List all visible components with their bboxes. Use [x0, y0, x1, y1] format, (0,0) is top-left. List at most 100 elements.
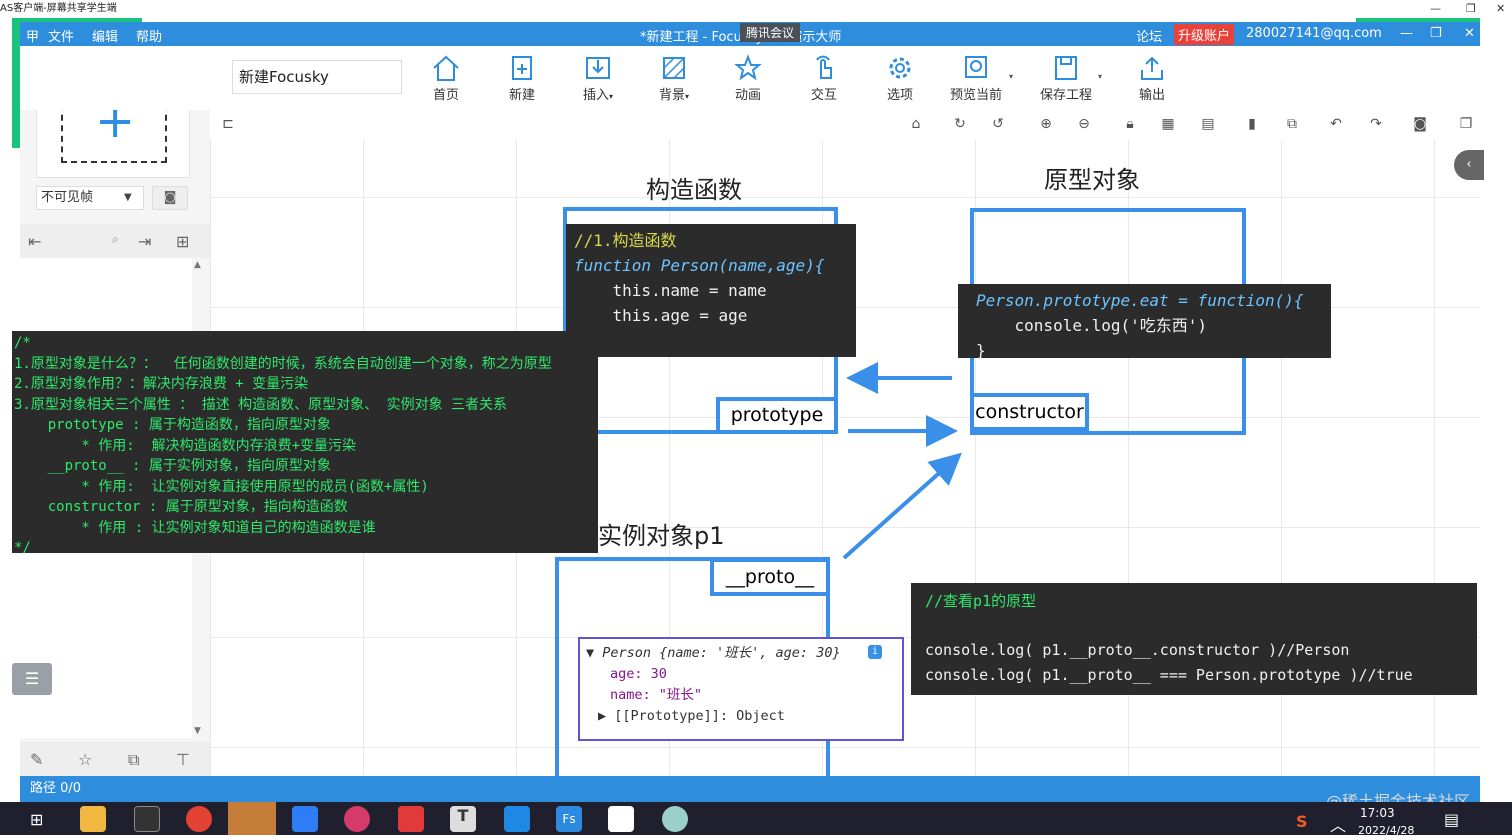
clock-date[interactable]: 2022/4/28	[1358, 824, 1414, 837]
frame-layout-icon[interactable]: ⊞	[176, 232, 189, 251]
tray-expand-icon[interactable]: ︿	[1330, 812, 1346, 836]
constructor-title: 构造函数	[646, 176, 742, 204]
rotate-left-icon[interactable]: ↺	[988, 116, 1008, 134]
close-icon[interactable]: ✕	[1496, 0, 1505, 18]
feather-app-icon[interactable]	[344, 806, 370, 832]
first-frame-icon[interactable]: ⇤	[28, 232, 41, 251]
app-restore-icon[interactable]: ❐	[1430, 26, 1442, 41]
menu-file[interactable]: 文件	[48, 26, 74, 45]
meeting-app-icon[interactable]	[292, 806, 318, 832]
grid-icon[interactable]: ▦	[1158, 116, 1178, 134]
scroll-up-icon[interactable]: ▲	[194, 260, 201, 270]
console-age: age: 30	[610, 666, 667, 682]
info-icon[interactable]: i	[868, 645, 882, 659]
proto-tag[interactable]: __proto__	[710, 558, 830, 596]
undo-icon[interactable]: ↶	[1326, 116, 1346, 134]
scroll-down-icon[interactable]: ▼	[194, 726, 201, 736]
windows-start-icon[interactable]: ⊞	[30, 810, 43, 829]
constructor-code-block: //1.构造函数 function Person(name,age){ this…	[566, 224, 856, 357]
app-close-icon[interactable]: ✕	[1464, 26, 1475, 41]
format-painter-icon[interactable]: ⊏	[218, 116, 238, 134]
preview-icon	[965, 56, 987, 78]
active-app-icon[interactable]	[228, 802, 276, 835]
animation-button[interactable]: 动画	[718, 54, 778, 103]
interaction-button[interactable]: 交互	[794, 54, 854, 103]
align-icon[interactable]: ▤	[1198, 116, 1218, 134]
copy-frame-icon[interactable]: ⧉	[128, 750, 139, 770]
project-name-field[interactable]: 新建Focusky	[232, 60, 402, 94]
zoom-out-icon[interactable]: ⊖	[1074, 116, 1094, 134]
vscode-icon[interactable]	[504, 806, 530, 832]
instance-title: 实例对象p1	[598, 522, 725, 550]
note-line: 2.原型对象作用？：解决内存浪费 + 变量污染	[14, 376, 309, 392]
note-line: __proto__ : 属于实例对象，指向原型对象	[14, 458, 331, 474]
chevron-down-icon[interactable]: ▼	[124, 192, 132, 203]
meeting-overlay[interactable]: 腾讯会议	[740, 23, 801, 42]
search-icon[interactable]: ⌕	[112, 232, 119, 247]
restore-icon[interactable]: ❐	[1466, 0, 1476, 18]
note-line: * 作用: 让实例对象直接使用原型的成员(函数+属性)	[14, 478, 429, 495]
typora-icon[interactable]: T	[450, 806, 476, 832]
list-icon[interactable]: ☰	[12, 663, 52, 695]
menu-edit[interactable]: 编辑	[92, 26, 118, 45]
minimize-icon[interactable]: —	[1430, 0, 1441, 18]
preview-button[interactable]: 预览当前	[944, 54, 1008, 103]
note-line: 1.原型对象是什么？： 任何函数创建的时候，系统会自动创建一个对象，称之为原型	[14, 355, 552, 372]
preview-dropdown-icon[interactable]: ▾	[1009, 72, 1013, 81]
home-button[interactable]: 首页	[416, 54, 476, 103]
menu-help[interactable]: 帮助	[136, 26, 162, 45]
export-button[interactable]: 输出	[1122, 54, 1182, 103]
new-button[interactable]: 新建	[492, 54, 552, 103]
prototype-title: 原型对象	[1044, 166, 1140, 194]
copy-icon[interactable]: ▮	[1242, 116, 1262, 134]
paste-icon[interactable]: ⧉	[1282, 116, 1302, 134]
pin-top-icon[interactable]: ⊤	[176, 750, 190, 769]
prototype-tag[interactable]: prototype	[716, 397, 838, 434]
focusky-icon[interactable]: Fs	[556, 806, 582, 832]
options-button[interactable]: 选项	[870, 54, 930, 103]
zoom-in-icon[interactable]: ⊕	[1036, 116, 1056, 134]
upgrade-button[interactable]: 升级账户	[1174, 24, 1235, 45]
window-icon[interactable]: ❐	[1456, 116, 1476, 134]
file-explorer-icon[interactable]	[80, 806, 106, 832]
last-frame-icon[interactable]: ⇥	[138, 232, 151, 251]
note-line: 3.原型对象相关三个属性 ： 描述 构造函数、原型对象、 实例对象 三者关系	[14, 396, 507, 413]
insert-button[interactable]: 插入▾	[568, 54, 628, 103]
app-minimize-icon[interactable]: —	[1400, 26, 1413, 41]
clock-time[interactable]: 17:03	[1360, 806, 1395, 820]
forum-link[interactable]: 论坛	[1136, 26, 1162, 45]
rotate-right-icon[interactable]: ↻	[950, 116, 970, 134]
note-line: prototype : 属于构造函数，指向原型对象	[14, 417, 331, 433]
console-header: ▼ Person {name: '班长', age: 30}	[586, 645, 841, 661]
edit-frame-icon[interactable]: ✎	[30, 750, 43, 769]
save-project-button[interactable]: 保存工程	[1034, 54, 1098, 103]
account-email[interactable]: 280027141@qq.com	[1246, 26, 1382, 41]
lock-icon[interactable]: 🔒︎	[1120, 116, 1140, 134]
code-line: function Person(name,age){	[574, 256, 825, 275]
new-file-icon	[512, 56, 532, 80]
frame-star-icon[interactable]: ☆	[78, 750, 92, 769]
chrome-icon[interactable]	[186, 806, 212, 832]
background-icon	[663, 57, 685, 79]
input-method-icon[interactable]: S	[1296, 812, 1308, 831]
code-line: Person.prototype.eat = function(){	[976, 291, 1304, 310]
export-icon	[1141, 56, 1163, 80]
constructor-tag[interactable]: constructor	[970, 393, 1089, 431]
save-dropdown-icon[interactable]: ▾	[1098, 72, 1102, 81]
sidebar-tools: ⇤ ⌕ ⇥ ⊞	[20, 224, 210, 258]
hand-pointer-icon	[816, 55, 832, 79]
home-view-icon[interactable]: ⌂	[906, 116, 926, 134]
screenshot-icon[interactable]: ◙	[1410, 116, 1430, 134]
relation-arrows	[842, 362, 962, 560]
camera-icon[interactable]: ◙	[152, 186, 188, 210]
notification-icon[interactable]: ▤	[1444, 810, 1459, 829]
redo-icon[interactable]: ↷	[1366, 116, 1386, 134]
note-line: */	[14, 540, 31, 556]
collapse-panel-icon[interactable]: ‹	[1454, 150, 1484, 180]
image-viewer-icon[interactable]	[608, 806, 634, 832]
background-button[interactable]: 背景▾	[644, 54, 704, 103]
terminal-icon[interactable]	[134, 806, 160, 832]
note-line: /*	[14, 335, 31, 351]
xmind-icon[interactable]	[398, 806, 424, 832]
snipaste-icon[interactable]	[662, 806, 688, 832]
